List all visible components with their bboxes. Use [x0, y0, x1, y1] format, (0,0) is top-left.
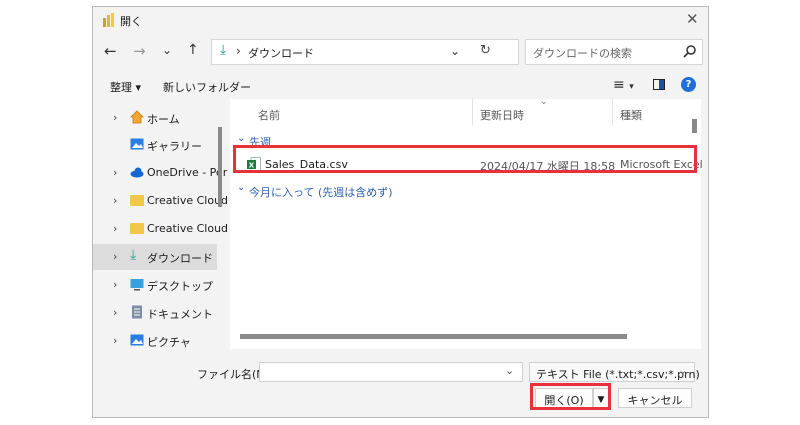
- title-bar: 開く ✕: [93, 7, 708, 35]
- sort-chevron-icon: ⌄: [540, 97, 548, 107]
- search-input[interactable]: ダウンロードの検索: [525, 39, 703, 65]
- path-dropdown-icon[interactable]: ⌄: [450, 44, 460, 58]
- sidebar-item-gallery[interactable]: ギャラリー: [93, 132, 217, 158]
- filetype-value: テキスト File (*.txt;*.csv;*.prn): [536, 368, 700, 381]
- horizontal-scrollbar[interactable]: [240, 334, 627, 339]
- organize-button[interactable]: 整理 ▾: [110, 79, 141, 95]
- folder-icon: [130, 195, 144, 206]
- file-highlight-box: [233, 145, 697, 173]
- expand-chevron-icon[interactable]: ›: [113, 250, 117, 263]
- expand-chevron-icon[interactable]: ›: [113, 222, 117, 235]
- close-icon[interactable]: ✕: [686, 10, 699, 28]
- sidebar-item-downloads[interactable]: › ⤓ ダウンロード: [93, 244, 217, 270]
- filename-dropdown-icon[interactable]: ⌄: [505, 364, 514, 377]
- search-icon[interactable]: [683, 44, 697, 58]
- sidebar-item-label: ドキュメント: [147, 308, 213, 321]
- file-list: 名前 更新日時 ⌄ 種類 ⌄ 先週 X Sales_Data.csv 2024/…: [230, 97, 703, 349]
- sidebar-item-label: ピクチャ: [147, 336, 191, 349]
- sidebar-item-creative-cloud-2[interactable]: › Creative Cloud: [93, 216, 228, 242]
- column-header-name[interactable]: 名前: [258, 107, 280, 123]
- sidebar-item-label: Creative Cloud: [147, 222, 229, 235]
- sidebar-item-label: デスクトップ: [147, 280, 213, 293]
- sidebar-item-pictures[interactable]: › ピクチャ: [93, 328, 217, 354]
- group-this-month[interactable]: 今月に入って (先週は含めず): [249, 184, 393, 200]
- sidebar-item-label: OneDrive - Per: [147, 166, 228, 179]
- folder-icon: [130, 223, 144, 234]
- sidebar-item-label: ダウンロード: [147, 252, 213, 265]
- group-chevron-icon[interactable]: ⌄: [237, 182, 245, 193]
- cloud-icon: [130, 165, 144, 179]
- gallery-icon: [130, 137, 144, 151]
- sidebar-item-label: ギャラリー: [147, 140, 202, 153]
- home-icon: [130, 110, 144, 124]
- sidebar-item-creative-cloud-1[interactable]: › Creative Cloud: [93, 188, 228, 214]
- back-arrow-icon[interactable]: ←: [104, 42, 117, 60]
- sidebar-item-desktop[interactable]: › デスクトップ: [93, 272, 217, 298]
- picture-icon: [130, 333, 144, 347]
- expand-chevron-icon[interactable]: ›: [113, 278, 117, 291]
- document-icon: [130, 305, 144, 319]
- sidebar-item-label: ホーム: [147, 113, 180, 126]
- expand-chevron-icon[interactable]: ›: [113, 194, 117, 207]
- filetype-select[interactable]: テキスト File (*.txt;*.csv;*.prn) ⌄: [529, 362, 700, 382]
- download-icon: ⤓: [220, 42, 227, 58]
- navigation-pane: › ホーム ギャラリー › OneDrive - Per › Creative …: [93, 99, 228, 349]
- sidebar-item-onedrive[interactable]: › OneDrive - Per: [93, 160, 227, 186]
- column-divider: [472, 99, 473, 125]
- download-icon: ⤓: [130, 247, 137, 263]
- expand-chevron-icon[interactable]: ›: [113, 166, 117, 179]
- filename-input[interactable]: ⌄: [259, 362, 523, 382]
- forward-arrow-icon[interactable]: →: [133, 42, 146, 60]
- search-placeholder: ダウンロードの検索: [533, 47, 632, 60]
- up-arrow-icon[interactable]: ↑: [187, 42, 199, 58]
- group-chevron-icon[interactable]: ⌄: [237, 133, 245, 144]
- path-separator: ›: [236, 44, 241, 58]
- expand-chevron-icon[interactable]: ›: [113, 111, 117, 124]
- new-folder-button[interactable]: 新しいフォルダー: [163, 79, 251, 95]
- sidebar-item-label: Creative Cloud: [147, 194, 229, 207]
- dialog-title: 開く: [120, 15, 142, 28]
- column-header-type[interactable]: 種類: [620, 107, 642, 123]
- sidebar-item-documents[interactable]: › ドキュメント: [93, 300, 217, 326]
- recent-chevron-icon[interactable]: ⌄: [162, 43, 172, 57]
- cancel-button-label: キャンセル: [627, 394, 683, 407]
- cancel-button[interactable]: キャンセル: [618, 388, 692, 408]
- command-bar: 整理 ▾ 新しいフォルダー ≡ ▾ ?: [93, 73, 708, 99]
- filetype-dropdown-icon[interactable]: ⌄: [678, 364, 687, 377]
- refresh-icon[interactable]: ↻: [480, 43, 491, 58]
- column-header-modified[interactable]: 更新日時: [480, 107, 524, 123]
- preview-pane-icon[interactable]: [653, 79, 665, 90]
- path-label[interactable]: ダウンロード: [248, 45, 314, 61]
- vertical-scrollbar[interactable]: [692, 119, 697, 133]
- column-divider: [612, 99, 613, 125]
- open-button-highlight-box: [530, 383, 611, 410]
- expand-chevron-icon[interactable]: ›: [113, 334, 117, 347]
- sidebar-item-home[interactable]: › ホーム: [93, 105, 217, 131]
- help-icon[interactable]: ?: [681, 77, 696, 92]
- expand-chevron-icon[interactable]: ›: [113, 306, 117, 319]
- sidebar-scrollbar[interactable]: [218, 127, 222, 207]
- desktop-icon: [130, 277, 144, 291]
- open-dialog: 開く ✕ ← → ⌄ ↑ ⤓ › ダウンロード ⌄ ↻ ダウンロードの検索 整理…: [92, 6, 709, 418]
- excel-app-icon: [103, 13, 115, 27]
- address-bar[interactable]: ⤓ › ダウンロード ⌄ ↻: [211, 39, 519, 65]
- view-options-icon[interactable]: ≡ ▾: [613, 77, 634, 93]
